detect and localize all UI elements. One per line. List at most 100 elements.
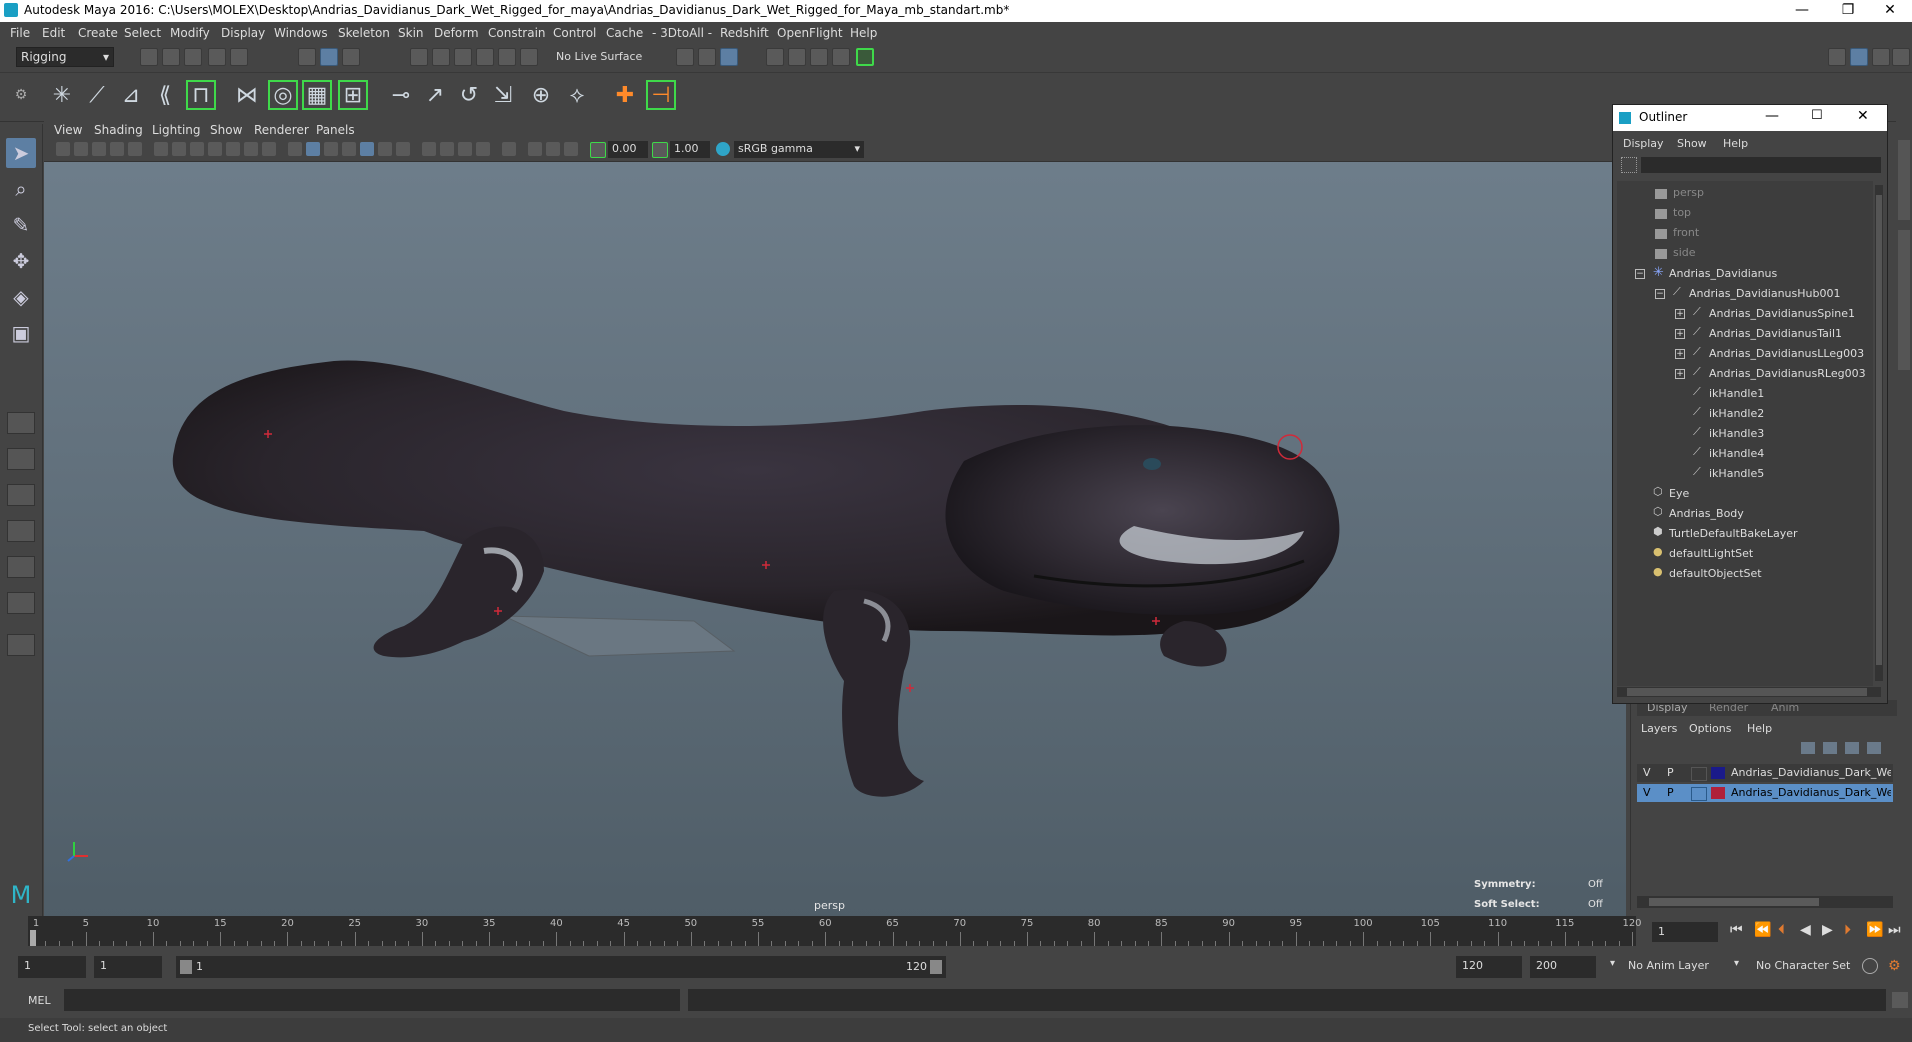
use-all-lights-icon[interactable] (360, 142, 374, 156)
color-management-icon[interactable] (716, 142, 730, 156)
outliner-item-ikhandle2[interactable]: ikHandle2 (1709, 407, 1764, 420)
lattice-icon[interactable]: ▦ (302, 80, 332, 110)
render-settings-icon[interactable] (810, 48, 828, 66)
outliner-item-default-light-set[interactable]: defaultLightSet (1669, 547, 1753, 560)
viewport-persp[interactable]: View Shading Lighting Show Renderer Pane… (44, 121, 1626, 921)
current-time-indicator[interactable] (30, 930, 36, 946)
scale-constraint-icon[interactable]: ⇲ (488, 80, 518, 110)
expand-icon[interactable]: + (1675, 369, 1685, 379)
channel-box-tab[interactable] (1898, 230, 1910, 370)
menu-select[interactable]: Select (124, 26, 161, 40)
exposure-field[interactable]: 0.00 (608, 141, 648, 158)
new-scene-icon[interactable] (140, 48, 158, 66)
menu-create[interactable]: Create (78, 26, 118, 40)
go-to-end-icon[interactable]: ⏭ (1888, 922, 1901, 938)
channel-box-toggle-icon[interactable] (1850, 48, 1868, 66)
xray-icon[interactable] (476, 142, 490, 156)
motion-blur-icon[interactable] (422, 142, 436, 156)
rotate-tool-icon[interactable]: ◈ (6, 282, 36, 312)
scrollbar-thumb[interactable] (1649, 898, 1819, 906)
layer-color-swatch[interactable] (1711, 767, 1725, 779)
outliner-item-hub001[interactable]: Andrias_DavidianusHub001 (1689, 287, 1840, 300)
move-tool-icon[interactable]: ✥ (6, 246, 36, 276)
current-frame-field[interactable]: 1 (1652, 922, 1718, 942)
outliner-item-persp[interactable]: persp (1673, 186, 1704, 199)
time-slider[interactable]: 1 5 10 15 20 25 30 35 40 45 50 55 60 65 70 75 80 85 90 95 10… (0, 916, 1912, 950)
menu-cache[interactable]: Cache (606, 26, 643, 40)
wireframe-on-shaded-icon[interactable] (324, 142, 338, 156)
paint-select-tool-icon[interactable]: ✎ (6, 210, 36, 240)
select-component-icon[interactable] (342, 48, 360, 66)
snap-magnet-icon[interactable] (520, 48, 538, 66)
step-forward-key-icon[interactable]: ⏵ (1844, 922, 1851, 938)
outliner-item-rleg003[interactable]: Andrias_DavidianusRLeg003 (1709, 367, 1866, 380)
field-chart-icon[interactable] (226, 142, 240, 156)
layer-menu-layers[interactable]: Layers (1641, 722, 1677, 735)
close-button[interactable]: ✕ (1868, 0, 1912, 22)
ik-handle-icon[interactable]: ⊿ (116, 80, 146, 110)
mirror-joint-icon[interactable]: ⊓ (186, 80, 216, 110)
paint-weights-icon[interactable]: ⊞ (338, 80, 368, 110)
viewport-menu-shading[interactable]: Shading (94, 123, 143, 137)
layer-menu-options[interactable]: Options (1689, 722, 1731, 735)
grid-toggle-icon[interactable] (154, 142, 168, 156)
animation-end-field[interactable]: 200 (1530, 956, 1596, 978)
menu-windows[interactable]: Windows (274, 26, 328, 40)
layer-color-swatch[interactable] (1711, 787, 1725, 799)
time-ruler[interactable]: 1 5 10 15 20 25 30 35 40 45 50 55 60 65 70 75 80 85 90 95 10… (28, 916, 1642, 946)
depth-of-field-icon[interactable] (458, 142, 472, 156)
menu-3dtoall[interactable]: - 3DtoAll - (652, 26, 712, 40)
snap-grid-icon[interactable] (410, 48, 428, 66)
outliner-close-icon[interactable]: ✕ (1857, 108, 1869, 124)
xray-joints-icon[interactable] (528, 142, 542, 156)
layer-visibility-toggle[interactable]: V (1643, 786, 1651, 799)
outliner-item-eye[interactable]: Eye (1669, 487, 1689, 500)
gamma-icon[interactable] (652, 142, 668, 158)
character-set-dropdown[interactable]: No Character Set (1756, 959, 1850, 972)
locator-icon[interactable]: ✚ (610, 80, 640, 110)
step-back-icon[interactable]: ⏪ (1754, 922, 1771, 938)
outliner-item-default-object-set[interactable]: defaultObjectSet (1669, 567, 1762, 580)
play-backward-icon[interactable]: ◀ (1800, 922, 1811, 938)
move-layer-up-icon[interactable] (1801, 742, 1815, 754)
salamander-model[interactable] (44, 161, 1584, 921)
playback-end-field[interactable]: 120 (1456, 956, 1522, 978)
outliner-item-front[interactable]: front (1673, 226, 1699, 239)
outliner-item-ikhandle5[interactable]: ikHandle5 (1709, 467, 1764, 480)
layer-name[interactable]: Andrias_Davidianus_Dark_Wet_B (1731, 786, 1891, 799)
select-hierarchy-icon[interactable] (298, 48, 316, 66)
live-surface-label[interactable]: No Live Surface (556, 50, 642, 63)
orient-constraint-icon[interactable]: ↺ (454, 80, 484, 110)
render-view-icon[interactable] (856, 48, 874, 66)
layer-row[interactable]: V P Andrias_Davidianus_Dark_Wet_B (1637, 784, 1893, 802)
textured-icon[interactable] (342, 142, 356, 156)
snap-point-icon[interactable] (454, 48, 472, 66)
minimize-button[interactable]: — (1780, 0, 1824, 22)
ik-spline-icon[interactable]: ⟪ (150, 80, 180, 110)
open-scene-icon[interactable] (162, 48, 180, 66)
menu-file[interactable]: File (10, 26, 30, 40)
four-view-layout-icon[interactable] (7, 448, 35, 470)
resolution-gate-icon[interactable] (190, 142, 204, 156)
menu-skin[interactable]: Skin (398, 26, 424, 40)
select-object-icon[interactable] (320, 48, 338, 66)
restore-button[interactable]: ❐ (1826, 0, 1870, 22)
hypershade-icon[interactable] (832, 48, 850, 66)
undo-icon[interactable] (208, 48, 226, 66)
outliner-layout-icon[interactable] (7, 592, 35, 614)
collapse-icon[interactable]: − (1635, 269, 1645, 279)
layer-type-toggle[interactable] (1691, 787, 1707, 801)
menu-skeleton[interactable]: Skeleton (338, 26, 390, 40)
layer-type-toggle[interactable] (1691, 767, 1707, 781)
safe-action-icon[interactable] (244, 142, 258, 156)
menu-openflight[interactable]: OpenFlight (777, 26, 843, 40)
outliner-item-spine1[interactable]: Andrias_DavidianusSpine1 (1709, 307, 1855, 320)
menu-control[interactable]: Control (553, 26, 596, 40)
menu-display[interactable]: Display (221, 26, 265, 40)
layer-visibility-toggle[interactable]: V (1643, 766, 1651, 779)
outliner-vertical-scrollbar[interactable] (1875, 185, 1883, 681)
new-layer-icon[interactable] (1845, 742, 1859, 754)
outliner-item-andrias-davidianus[interactable]: Andrias_Davidianus (1669, 267, 1777, 280)
camera-attributes-icon[interactable] (56, 142, 70, 156)
expand-icon[interactable]: + (1675, 329, 1685, 339)
